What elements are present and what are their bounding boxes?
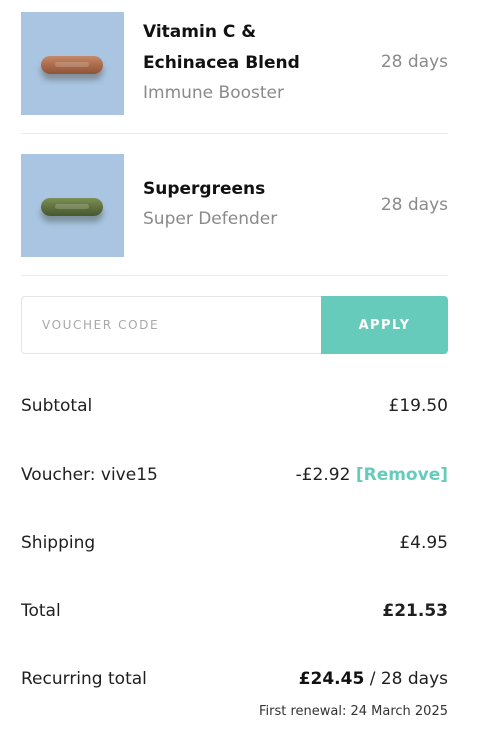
voucher-discount-value: -£2.92 bbox=[295, 465, 351, 485]
recurring-total-label: Recurring total bbox=[21, 669, 147, 689]
cart-item: Vitamin C & Echinacea Blend Immune Boost… bbox=[21, 12, 448, 134]
product-image[interactable] bbox=[21, 154, 124, 257]
total-label: Total bbox=[21, 601, 61, 621]
cart-item: Supergreens Super Defender 28 days bbox=[21, 154, 448, 276]
first-renewal-date: First renewal: 24 March 2025 bbox=[258, 704, 448, 719]
product-duration: 28 days bbox=[380, 52, 448, 72]
voucher-label: Voucher: vive15 bbox=[21, 465, 158, 485]
subtotal-value: £19.50 bbox=[388, 396, 448, 416]
recurring-period: / 28 days bbox=[364, 669, 448, 689]
voucher-row: Voucher: vive15 -£2.92 [Remove] bbox=[21, 462, 448, 488]
product-name[interactable]: Supergreens bbox=[143, 174, 265, 205]
subtotal-label: Subtotal bbox=[21, 396, 93, 416]
total-row: Total £21.53 bbox=[21, 598, 448, 624]
voucher-form: APPLY bbox=[21, 296, 448, 354]
total-value: £21.53 bbox=[382, 601, 448, 621]
product-subtitle: Super Defender bbox=[143, 209, 278, 229]
shipping-value: £4.95 bbox=[399, 533, 448, 553]
product-name[interactable]: Vitamin C & Echinacea Blend bbox=[143, 17, 318, 79]
capsule-icon bbox=[41, 198, 103, 216]
recurring-total-row: Recurring total £24.45 / 28 days bbox=[21, 666, 448, 692]
recurring-total: £24.45 / 28 days bbox=[299, 666, 448, 692]
voucher-discount: -£2.92 [Remove] bbox=[296, 462, 448, 488]
remove-voucher-link[interactable]: [Remove] bbox=[356, 465, 448, 485]
capsule-icon bbox=[41, 56, 103, 74]
apply-voucher-button[interactable]: APPLY bbox=[321, 296, 448, 354]
product-duration: 28 days bbox=[380, 195, 448, 215]
subtotal-row: Subtotal £19.50 bbox=[21, 393, 448, 419]
shipping-row: Shipping £4.95 bbox=[21, 530, 448, 556]
shipping-label: Shipping bbox=[21, 533, 96, 553]
product-subtitle: Immune Booster bbox=[143, 83, 284, 103]
product-image[interactable] bbox=[21, 12, 124, 115]
recurring-total-value: £24.45 bbox=[298, 669, 365, 689]
voucher-code-input[interactable] bbox=[21, 296, 322, 354]
